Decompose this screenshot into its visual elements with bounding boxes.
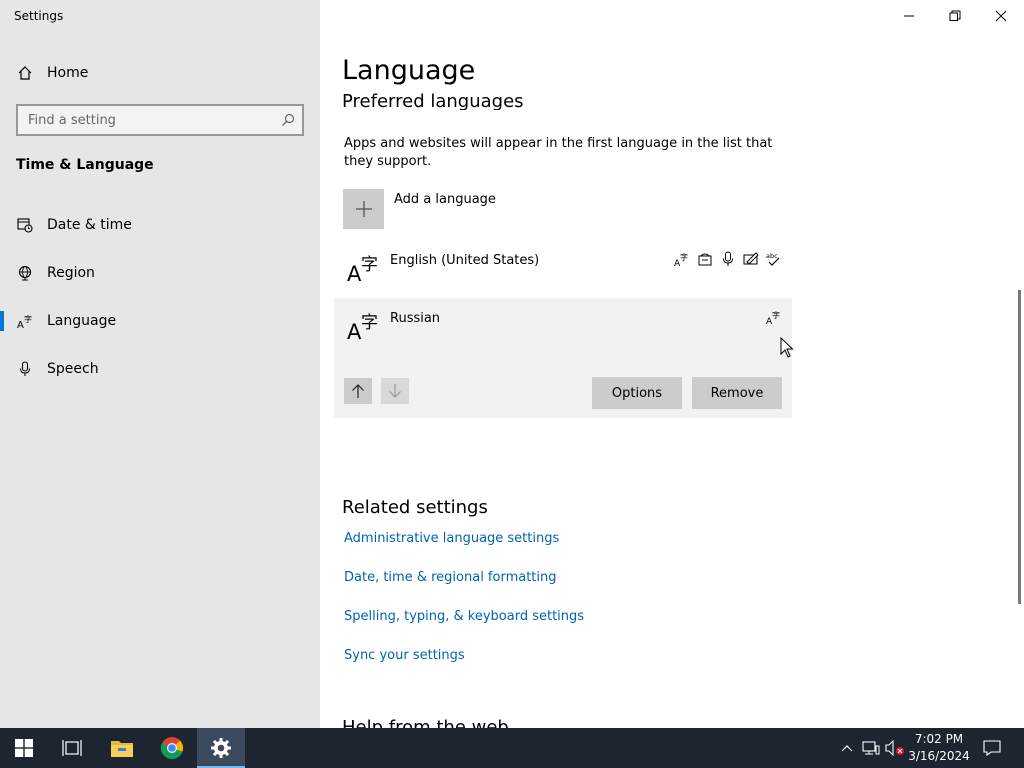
sidebar-item-label: Region (47, 265, 95, 281)
move-down-button[interactable] (381, 378, 409, 404)
mouse-cursor-icon (780, 337, 794, 358)
svg-text:字: 字 (680, 252, 688, 262)
task-view-button[interactable] (48, 728, 96, 768)
speech-recognition-icon (719, 250, 736, 267)
microphone-icon (16, 361, 34, 377)
link-admin-language-settings[interactable]: Administrative language settings (344, 531, 559, 546)
sidebar-item-language[interactable]: A字 Language (0, 301, 320, 341)
language-item-english[interactable]: A字 English (United States) A字 abc (334, 240, 792, 298)
preferred-languages-title: Preferred languages (342, 91, 524, 110)
svg-text:字: 字 (24, 314, 32, 324)
svg-text:A: A (347, 320, 362, 342)
close-button[interactable] (978, 0, 1024, 32)
sidebar: Settings Home Time & Language Date & tim… (0, 0, 320, 728)
home-icon (16, 65, 34, 81)
spell-check-icon: abc (765, 250, 782, 267)
active-indicator (0, 311, 4, 331)
help-from-web-title: Help from the web (342, 717, 509, 728)
language-features: A字 abc (673, 250, 782, 267)
start-button[interactable] (0, 728, 48, 768)
network-button[interactable] (860, 728, 882, 768)
display-language-icon: A字 (765, 308, 782, 325)
task-view-icon (62, 740, 82, 756)
handwriting-icon (742, 250, 759, 267)
svg-text:A: A (347, 262, 362, 284)
minimize-button[interactable] (886, 0, 932, 32)
add-language-button[interactable]: Add a language (343, 189, 643, 229)
sidebar-item-speech[interactable]: Speech (0, 349, 320, 389)
notification-icon (983, 740, 1001, 756)
restore-icon (949, 10, 961, 21)
taskbar-clock[interactable]: 7:02 PM 3/16/2024 (906, 731, 972, 765)
sidebar-item-label: Date & time (47, 217, 132, 233)
remove-button[interactable]: Remove (692, 377, 782, 409)
search-icon[interactable] (274, 113, 302, 127)
link-spelling-typing-keyboard[interactable]: Spelling, typing, & keyboard settings (344, 609, 584, 624)
move-up-button[interactable] (344, 378, 372, 404)
close-icon (995, 10, 1007, 22)
plus-icon (343, 189, 384, 229)
restore-button[interactable] (932, 0, 978, 32)
sidebar-item-date-time[interactable]: Date & time (0, 205, 320, 245)
sidebar-item-label: Language (47, 313, 117, 329)
svg-text:字: 字 (772, 310, 780, 320)
language-name: English (United States) (390, 253, 540, 268)
preferred-languages-description: Apps and websites will appear in the fir… (344, 136, 773, 169)
network-icon (862, 741, 880, 755)
minimize-icon (904, 15, 914, 17)
chrome-button[interactable] (148, 728, 196, 768)
search-input[interactable] (18, 112, 274, 128)
page-title: Language (342, 55, 476, 86)
section-title: Time & Language (16, 157, 154, 173)
window-title: Settings (14, 9, 64, 23)
language-glyph-icon: A字 (347, 255, 378, 284)
search-box[interactable] (16, 104, 304, 136)
calendar-clock-icon (16, 217, 34, 233)
chrome-icon (160, 737, 184, 760)
taskbar: 7:02 PM 3/16/2024 (0, 728, 1024, 768)
action-center-button[interactable] (980, 728, 1004, 768)
svg-text:A: A (17, 320, 24, 329)
svg-text:abc: abc (766, 252, 778, 260)
related-settings-title: Related settings (342, 497, 488, 518)
language-features: A字 (765, 308, 782, 325)
settings-icon (211, 738, 231, 758)
language-icon: A字 (16, 313, 34, 329)
language-name: Russian (390, 311, 441, 326)
add-language-label: Add a language (394, 192, 496, 207)
nav-home-label: Home (47, 65, 89, 81)
svg-text:字: 字 (361, 255, 378, 275)
volume-button[interactable] (884, 728, 906, 768)
settings-taskbar-button[interactable] (197, 728, 245, 768)
file-explorer-button[interactable] (98, 728, 146, 768)
nav-home[interactable]: Home (0, 53, 320, 93)
clock-date: 3/16/2024 (908, 749, 970, 763)
file-explorer-icon (111, 741, 133, 757)
arrow-down-icon (389, 384, 401, 398)
show-hidden-icons-button[interactable] (836, 728, 858, 768)
language-glyph-icon: A字 (347, 313, 378, 342)
volume-muted-icon (885, 740, 904, 756)
text-to-speech-icon (696, 250, 713, 267)
options-button[interactable]: Options (592, 377, 682, 409)
svg-text:字: 字 (361, 313, 378, 333)
chevron-up-icon (841, 745, 853, 752)
scrollbar-thumb[interactable] (1018, 290, 1021, 604)
clock-time: 7:02 PM (914, 732, 964, 746)
link-regional-formatting[interactable]: Date, time & regional formatting (344, 570, 557, 585)
sidebar-item-region[interactable]: Region (0, 253, 320, 293)
start-icon (15, 739, 33, 757)
arrow-up-icon (352, 384, 364, 398)
display-language-icon: A字 (673, 250, 690, 267)
link-sync-settings[interactable]: Sync your settings (344, 648, 465, 663)
sidebar-item-label: Speech (47, 361, 99, 377)
globe-icon (16, 265, 34, 281)
